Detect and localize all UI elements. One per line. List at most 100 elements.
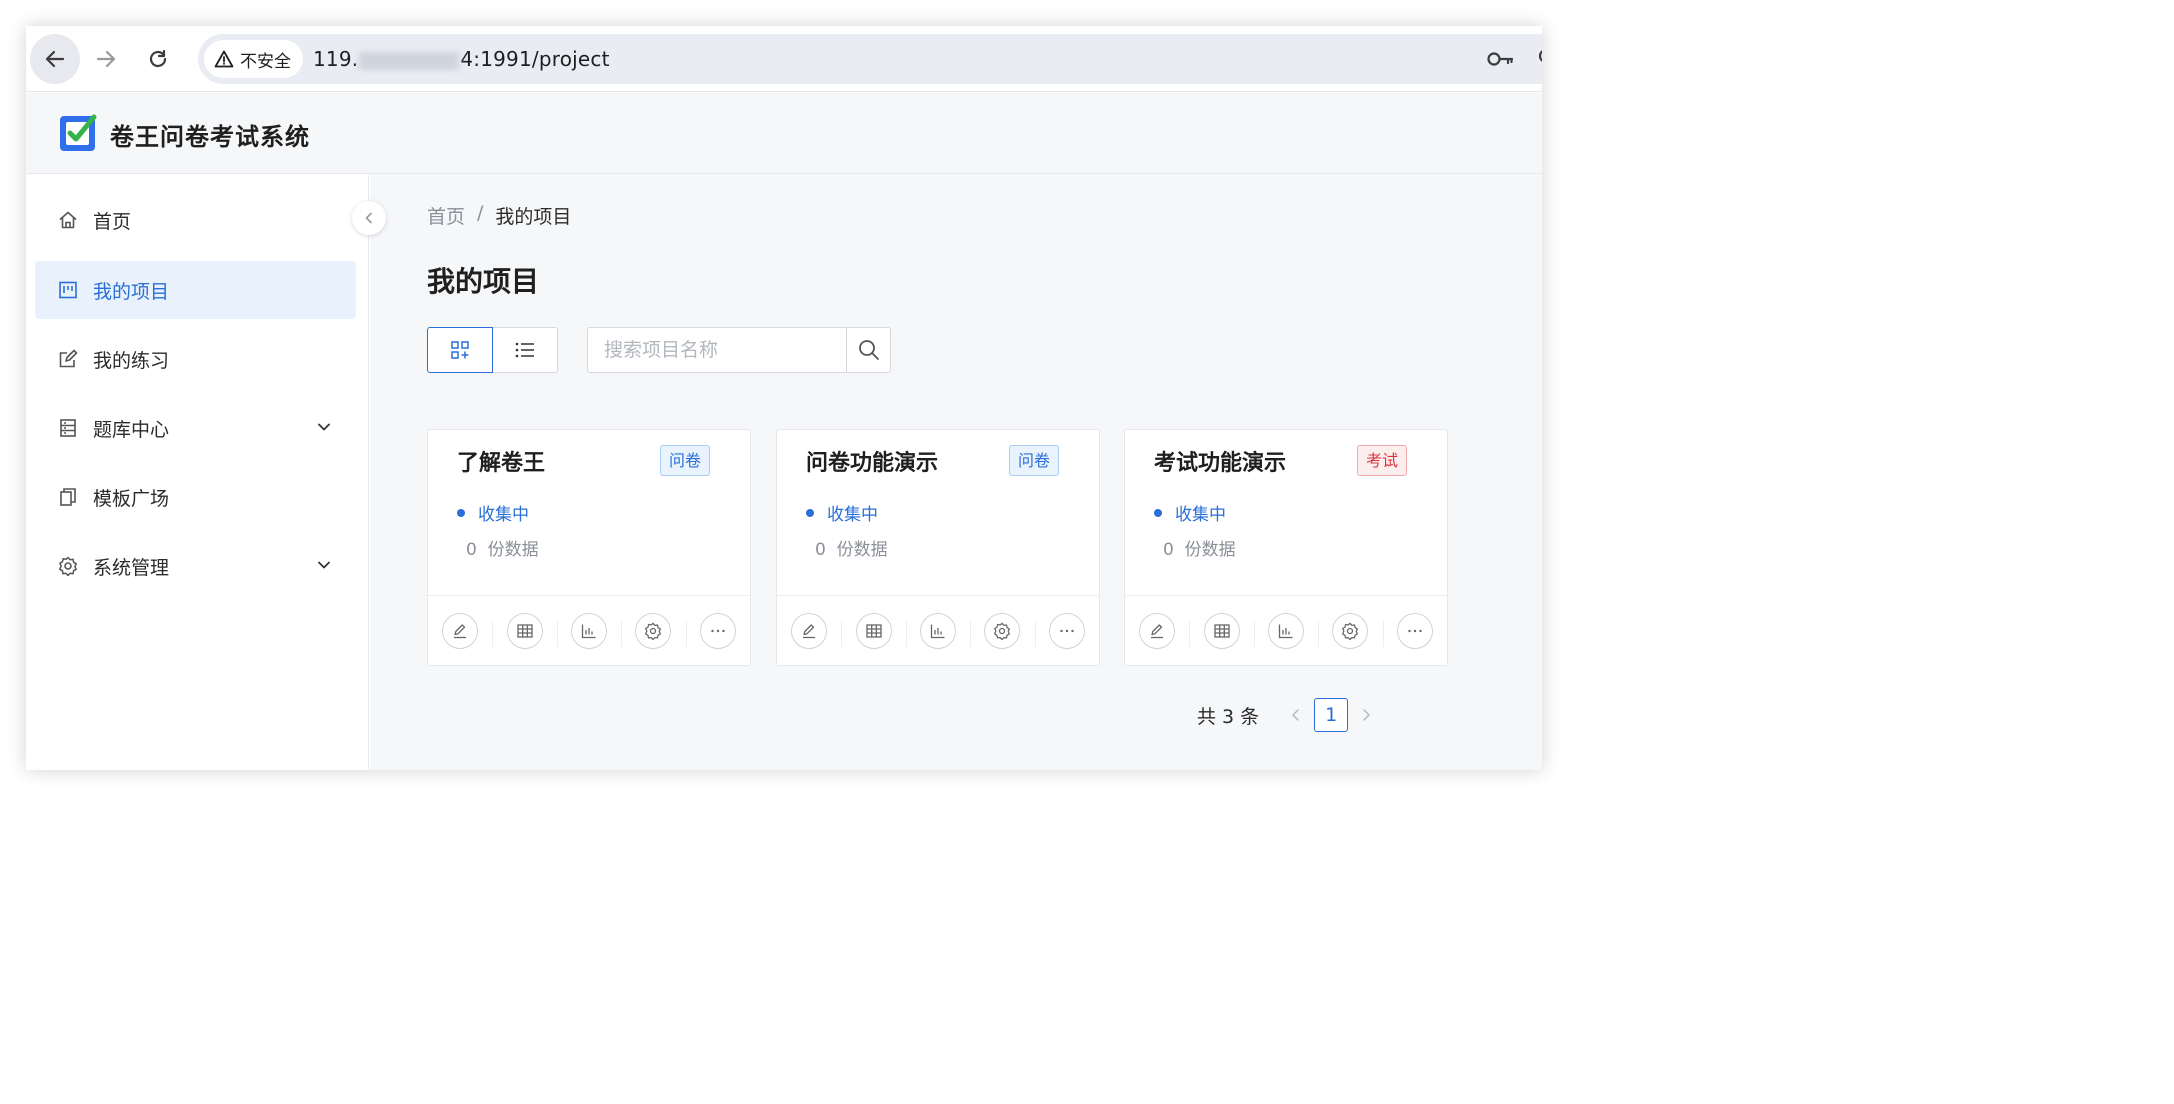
grid-view-button[interactable] [427, 327, 493, 373]
status-dot [457, 508, 465, 517]
settings-button[interactable] [635, 612, 672, 649]
edit-icon [454, 623, 467, 638]
page-number-button[interactable]: 1 [1314, 698, 1349, 732]
project-icon [57, 279, 79, 301]
search-button[interactable] [846, 327, 891, 373]
pagination: 共 3 条 1 [1197, 697, 1383, 733]
table-icon [516, 623, 533, 638]
more-icon [1060, 629, 1074, 632]
statistics-button[interactable] [571, 612, 608, 649]
data-count: 0 份数据 [466, 535, 539, 560]
question-bank-icon [57, 417, 79, 439]
arrow-right-icon [96, 50, 116, 68]
address-bar[interactable]: 不安全 119. 4:1991/project [198, 34, 1542, 84]
sidebar-item-home[interactable]: 首页 [35, 191, 356, 249]
arrow-left-icon [45, 50, 65, 68]
status-dot [806, 508, 814, 517]
view-mode-toggle [427, 327, 558, 373]
status-text: 收集中 [478, 505, 529, 525]
back-button[interactable] [30, 34, 80, 84]
forward-button[interactable] [81, 34, 131, 84]
project-status: 收集中 [457, 500, 529, 525]
table-icon [865, 623, 882, 638]
browser-toolbar: 不安全 119. 4:1991/project [26, 26, 1542, 92]
project-card[interactable]: 了解卷王 问卷 收集中 0 份数据 [427, 429, 751, 666]
breadcrumb-home[interactable]: 首页 [427, 202, 465, 229]
reload-icon [149, 49, 167, 68]
sidebar-item-label: 题库中心 [93, 418, 170, 441]
home-icon [57, 209, 79, 231]
project-type-tag: 考试 [1356, 445, 1407, 476]
count-unit: 份数据 [1184, 540, 1236, 560]
edit-button[interactable] [442, 612, 479, 649]
project-status: 收集中 [1154, 500, 1226, 525]
more-button[interactable] [1396, 612, 1433, 649]
sidebar: 首页 我的项目 我的练习 题库中心 模板广场 系统管理 [26, 174, 369, 770]
sidebar-item-label: 模板广场 [93, 487, 170, 510]
project-type-tag: 问卷 [659, 445, 710, 476]
search-input[interactable] [587, 327, 846, 373]
security-label: 不安全 [240, 51, 291, 72]
edit-button[interactable] [791, 612, 828, 649]
project-title: 问卷功能演示 [806, 451, 939, 476]
chevron-down-icon [318, 423, 330, 431]
extension-icon[interactable] [1534, 46, 1542, 70]
sidebar-item-my-projects[interactable]: 我的项目 [35, 261, 356, 319]
sidebar-item-template-square[interactable]: 模板广场 [35, 468, 356, 526]
edit-button[interactable] [1139, 612, 1176, 649]
sidebar-item-question-bank[interactable]: 题库中心 [35, 399, 356, 457]
url-suffix: 4:1991/project [460, 47, 610, 71]
chart-icon [1278, 624, 1293, 638]
data-table-button[interactable] [855, 612, 892, 649]
redacted-ip [359, 51, 460, 70]
edit-icon [803, 623, 816, 638]
project-card[interactable]: 问卷功能演示 问卷 收集中 0 份数据 [776, 429, 1100, 666]
list-view-button[interactable] [493, 327, 558, 373]
pagination-total: 共 3 条 [1197, 705, 1260, 728]
chart-icon [581, 624, 596, 638]
grid-view-icon [451, 341, 469, 359]
reload-button[interactable] [133, 34, 183, 84]
app-title: 卷王问卷考试系统 [110, 123, 310, 151]
settings-button[interactable] [1332, 612, 1369, 649]
settings-icon [645, 622, 662, 640]
sidebar-item-system-admin[interactable]: 系统管理 [35, 537, 356, 595]
statistics-button[interactable] [920, 612, 957, 649]
search-icon [858, 340, 879, 360]
edit-icon [57, 348, 79, 370]
data-table-button[interactable] [506, 612, 543, 649]
data-table-button[interactable] [1203, 612, 1240, 649]
prev-page-button[interactable] [1279, 698, 1313, 732]
count-unit: 份数据 [487, 540, 539, 560]
sidebar-collapse-button[interactable] [352, 201, 386, 235]
next-page-button[interactable] [1349, 698, 1383, 732]
warning-icon [214, 50, 234, 68]
settings-icon [1342, 622, 1359, 640]
chevron-left-icon [365, 212, 372, 224]
sidebar-item-label: 我的练习 [93, 349, 170, 372]
count-value: 0 [1163, 540, 1174, 560]
settings-button[interactable] [984, 612, 1021, 649]
more-button[interactable] [1048, 612, 1085, 649]
url-prefix: 119. [313, 47, 359, 71]
statistics-button[interactable] [1268, 612, 1305, 649]
more-button[interactable] [699, 612, 736, 649]
breadcrumb-current: 我的项目 [495, 206, 572, 228]
security-indicator[interactable]: 不安全 [204, 40, 303, 78]
data-count: 0 份数据 [1163, 535, 1236, 560]
settings-icon [994, 622, 1011, 640]
password-key-icon[interactable] [1486, 48, 1514, 74]
more-icon [1408, 629, 1422, 632]
gear-icon [57, 555, 79, 577]
app-header: 卷王问卷考试系统 [26, 93, 1542, 174]
data-count: 0 份数据 [815, 535, 888, 560]
main-content: 首页 / 我的项目 我的项目 了解卷王 问卷 收集中 0 份数据 [370, 174, 1542, 770]
sidebar-item-my-practice[interactable]: 我的练习 [35, 330, 356, 388]
project-card[interactable]: 考试功能演示 考试 收集中 0 份数据 [1124, 429, 1448, 666]
template-icon [57, 486, 79, 508]
breadcrumb: 首页 / 我的项目 [427, 202, 571, 229]
more-icon [711, 629, 725, 632]
card-actions [777, 595, 1099, 665]
status-text: 收集中 [1175, 505, 1226, 525]
count-value: 0 [466, 540, 477, 560]
